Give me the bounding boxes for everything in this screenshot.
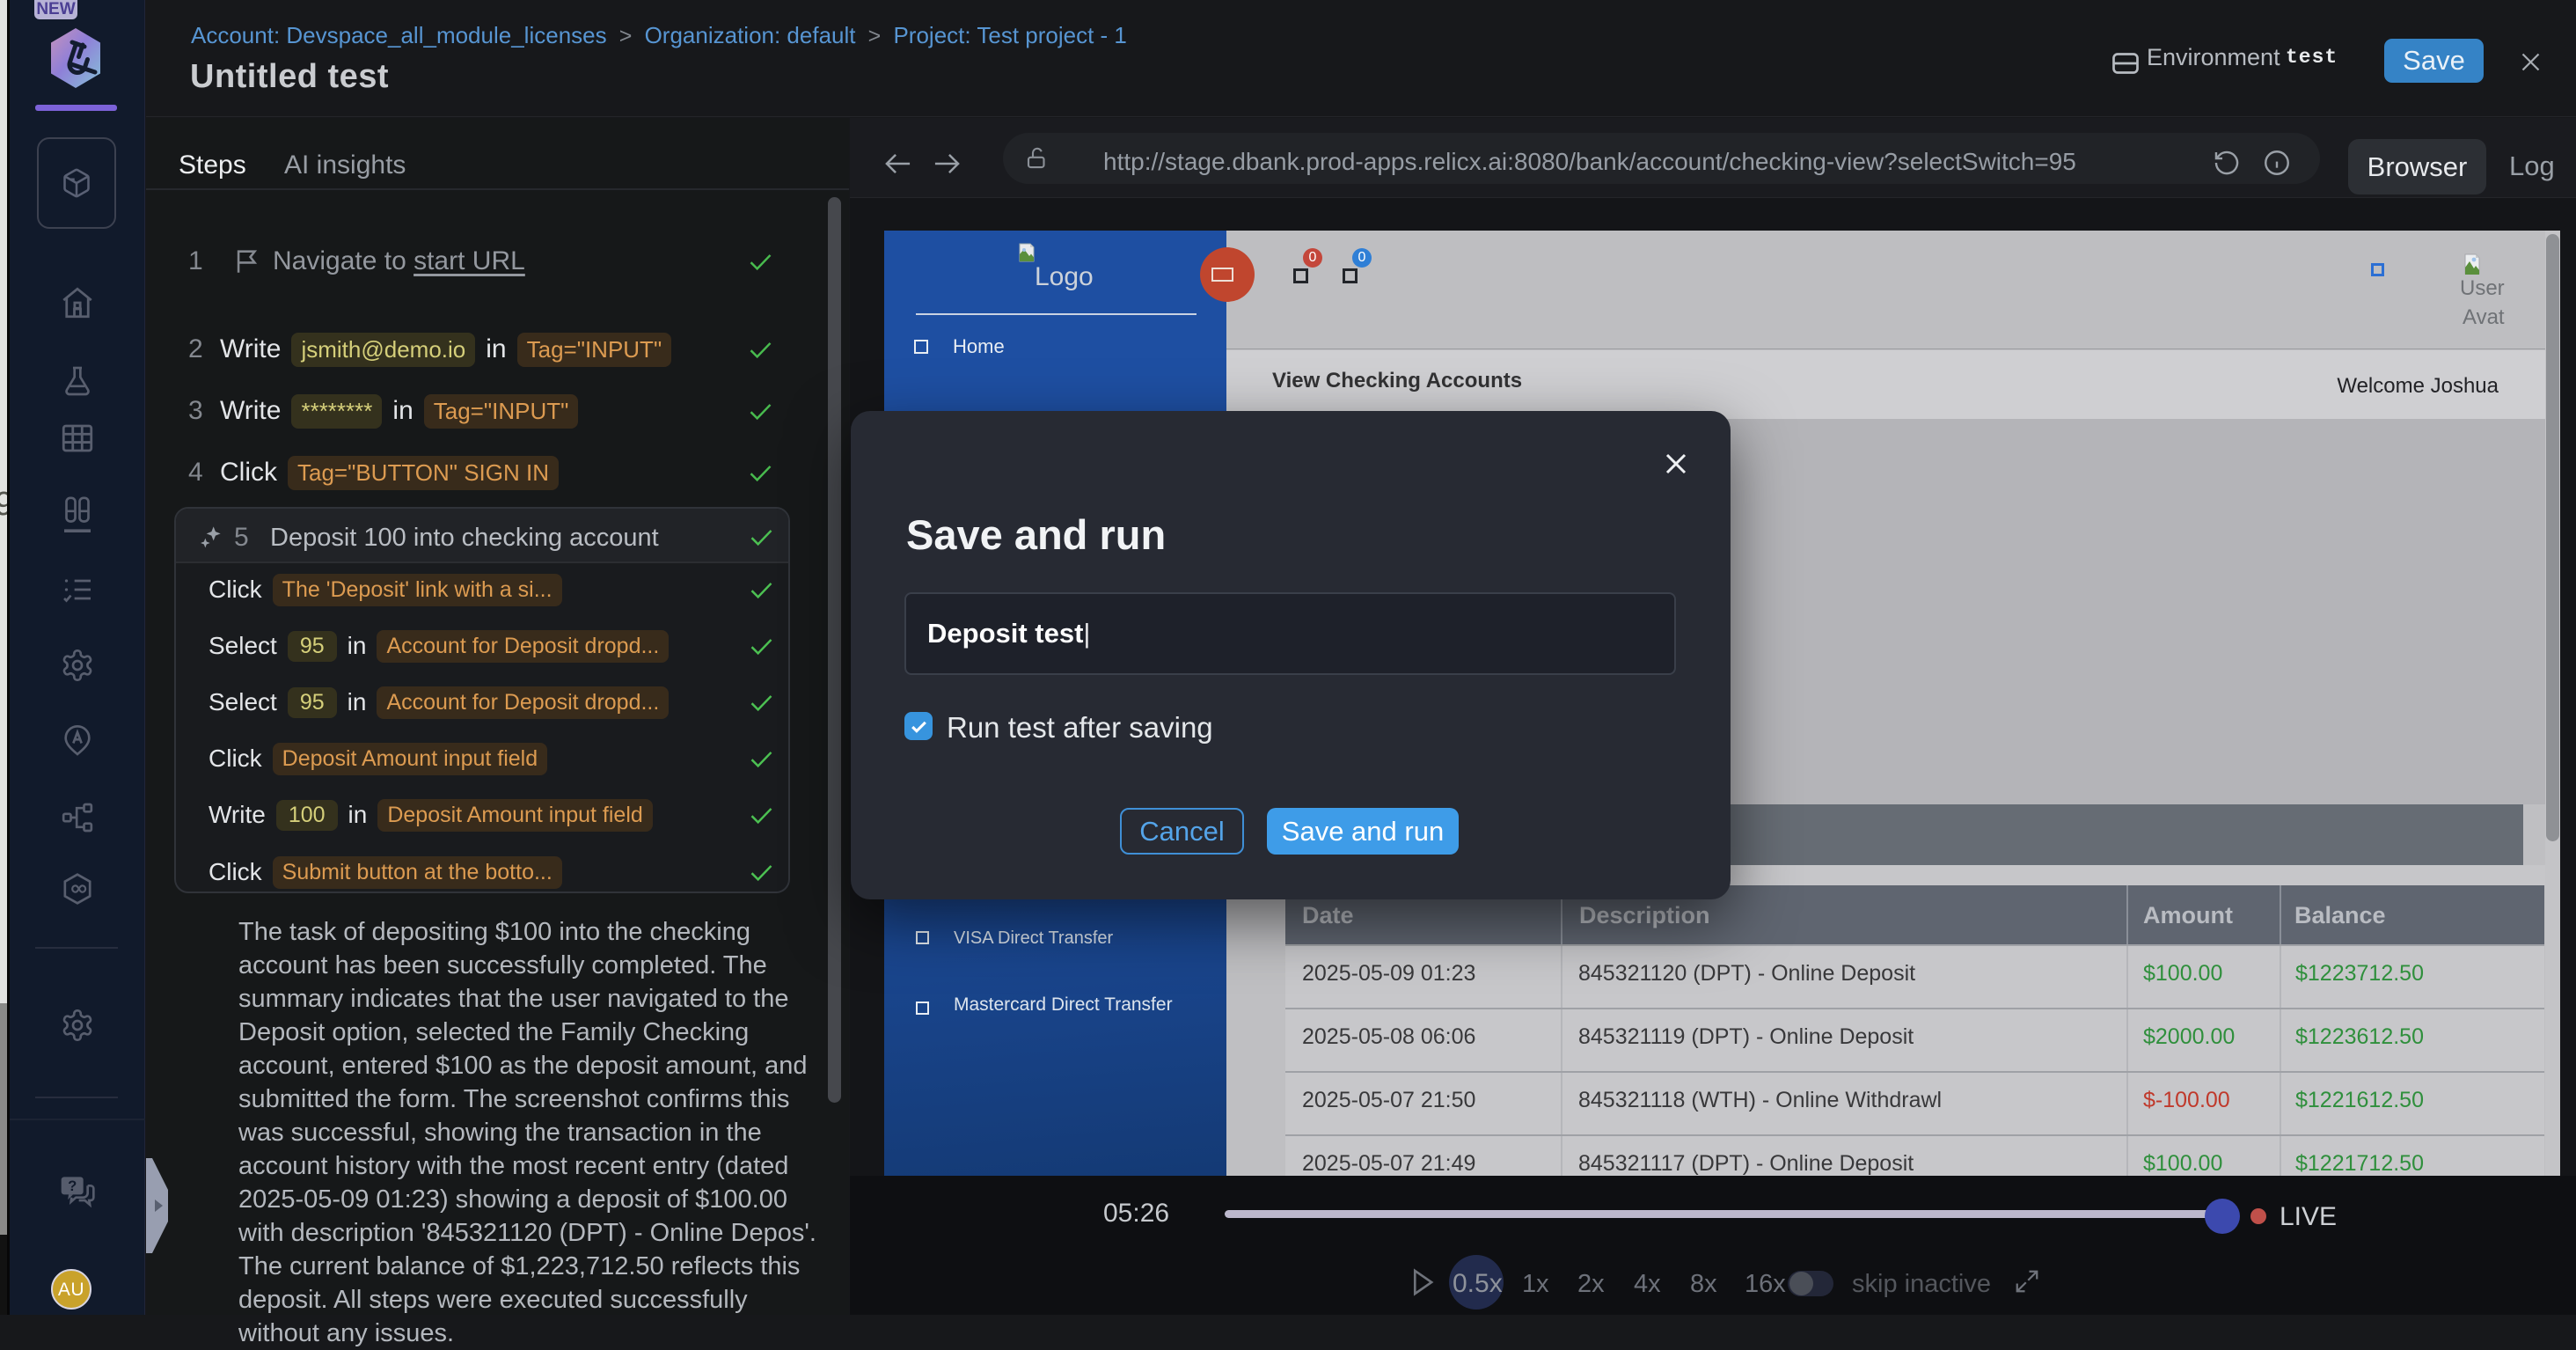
svg-text:?: ? [68,1178,77,1194]
